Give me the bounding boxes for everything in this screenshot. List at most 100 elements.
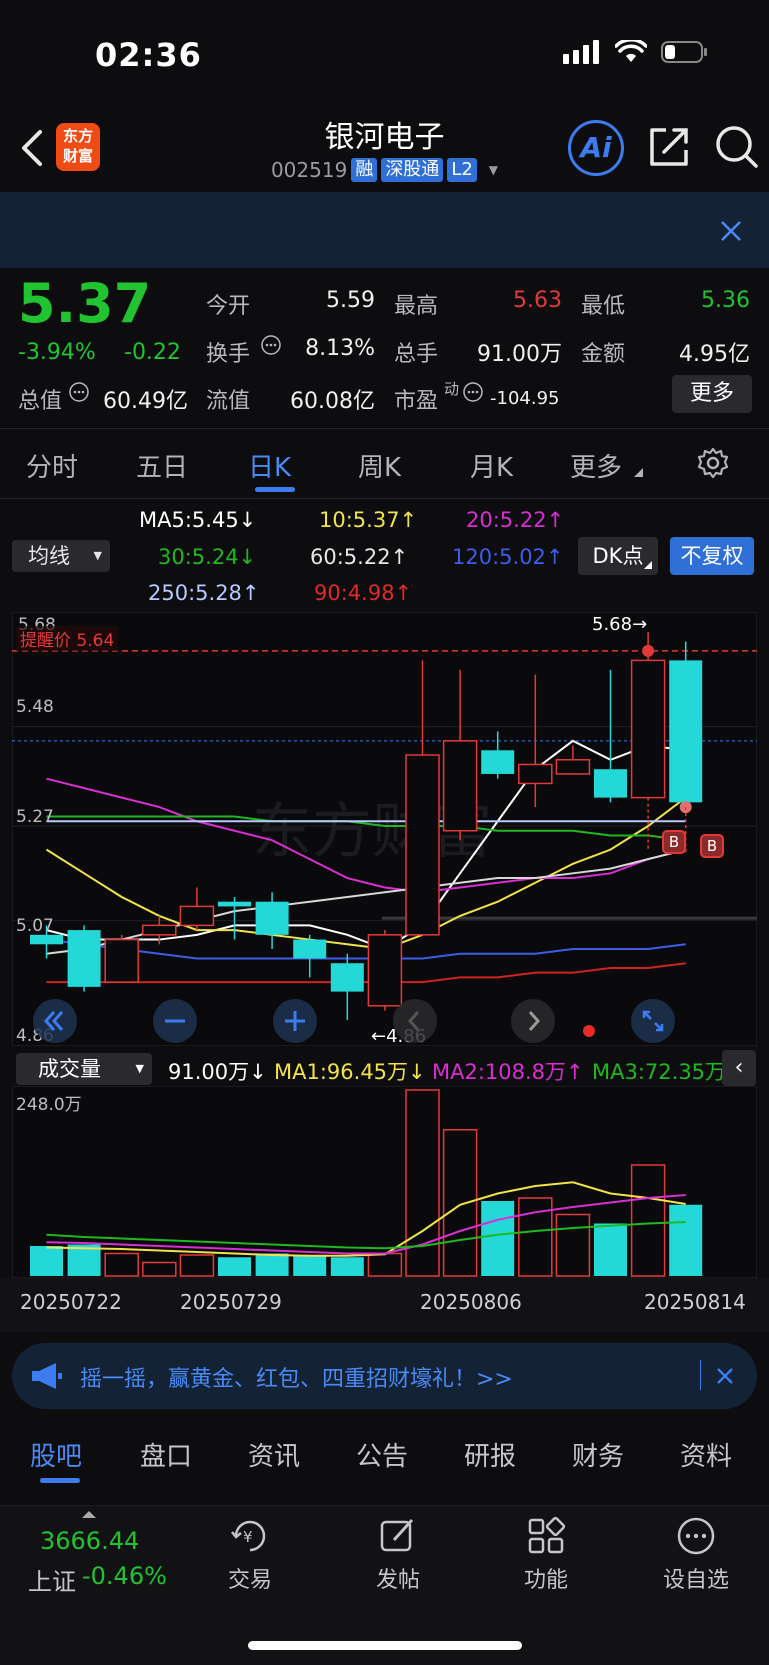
battery-icon (661, 41, 707, 63)
stock-code: 002519 (270, 158, 348, 182)
home-indicator[interactable] (248, 1641, 522, 1650)
candle-body (594, 769, 627, 798)
candle-body (142, 924, 177, 936)
kline-chart[interactable]: 东方财富 (12, 612, 757, 1046)
tab-five-day[interactable]: 五日 (136, 447, 188, 484)
candle-body (405, 754, 440, 936)
scroll-left-icon[interactable] (392, 998, 438, 1044)
change-amount: -0.22 (124, 340, 181, 365)
turnover-value: 8.13% (305, 336, 375, 361)
scroll-start-icon[interactable] (32, 998, 78, 1044)
nav-trade[interactable]: 交易 (210, 1562, 290, 1594)
zoom-out-icon[interactable] (152, 998, 198, 1044)
tab-more[interactable]: 更多 (570, 447, 622, 484)
dk-point-button[interactable]: DK点 (578, 537, 658, 575)
ma120-legend: 120:5.02↑ (452, 545, 564, 569)
settings-gear-icon[interactable] (696, 446, 730, 480)
trade-icon[interactable]: ¥ (228, 1516, 272, 1556)
candle-body (330, 963, 364, 992)
float-label: 流值 (206, 389, 251, 414)
candle-body (630, 659, 666, 799)
tab-research[interactable]: 研报 (464, 1436, 516, 1473)
info-dots-icon[interactable] (260, 334, 282, 356)
collapse-legend-button[interactable]: ‹ (722, 1050, 756, 1086)
y-label-3: 5.27 (16, 807, 54, 827)
nav-set-watchlist[interactable]: 设自选 (650, 1562, 742, 1594)
nav-functions[interactable]: 功能 (506, 1562, 586, 1594)
promo-divider (700, 1360, 701, 1390)
date-label: 20250806 (420, 1290, 522, 1314)
post-edit-icon[interactable] (378, 1516, 418, 1556)
info-dots-icon[interactable] (68, 381, 90, 403)
buy-marker[interactable]: B (700, 834, 724, 858)
more-quote-button[interactable]: 更多 (672, 375, 752, 413)
volume-ma1: MA1:96.45万↓ (274, 1060, 426, 1084)
search-icon[interactable] (714, 124, 758, 170)
tab-profile[interactable]: 资料 (680, 1436, 732, 1473)
status-icons (563, 40, 709, 64)
alert-price-label[interactable]: 提醒价 5.64 (16, 626, 119, 651)
nav-post[interactable]: 发帖 (358, 1562, 438, 1594)
tab-intraday[interactable]: 分时 (26, 447, 78, 484)
tab-news[interactable]: 资讯 (248, 1436, 300, 1473)
ai-button[interactable]: Ai (568, 120, 624, 176)
last-price: 5.37 (18, 272, 152, 335)
tab-daily-k[interactable]: 日K (248, 447, 291, 484)
alert-dot (642, 644, 655, 657)
volume-bar (330, 1257, 364, 1276)
volume-bar (142, 1261, 177, 1277)
fullscreen-icon[interactable] (630, 998, 676, 1044)
zoom-in-icon[interactable] (272, 998, 318, 1044)
amount-value: 4.95亿 (679, 342, 750, 367)
date-label: 20250722 (20, 1290, 122, 1314)
close-icon[interactable] (716, 1367, 734, 1385)
index-value[interactable]: 3666.44 (40, 1527, 139, 1555)
close-icon[interactable] (720, 220, 742, 242)
ma250-legend: 250:5.28↑ (148, 581, 260, 605)
tab-finance[interactable]: 财务 (572, 1436, 624, 1473)
divider (0, 498, 769, 499)
tab-guba[interactable]: 股吧 (30, 1436, 82, 1473)
mktcap-label: 总值 (18, 389, 63, 414)
red-dot-indicator (583, 1025, 595, 1037)
tab-announcements[interactable]: 公告 (356, 1436, 408, 1473)
volume-bar (367, 1252, 403, 1277)
share-icon[interactable] (648, 126, 690, 168)
volume-bar (179, 1254, 215, 1277)
volume-value: 91.00万 (477, 342, 562, 367)
index-name[interactable]: 上证 (28, 1562, 76, 1597)
candle-body (442, 740, 478, 832)
volume-bar (293, 1255, 327, 1276)
volume-indicator-select[interactable]: 成交量 ▼ (16, 1053, 152, 1085)
megaphone-icon (32, 1363, 62, 1389)
low-label: 最低 (581, 294, 626, 319)
buy-marker[interactable]: B (662, 830, 686, 854)
promo-text[interactable]: 摇一摇，赢黄金、红包、四重招财壕礼！>> (80, 1361, 513, 1393)
index-change[interactable]: -0.46% (82, 1562, 167, 1590)
volume-bar (442, 1129, 478, 1277)
ma5-legend: MA5:5.45↓ (139, 508, 257, 532)
tab-weekly-k[interactable]: 周K (358, 447, 401, 484)
volume-chart[interactable] (12, 1086, 757, 1278)
functions-grid-icon[interactable] (526, 1516, 566, 1556)
info-dots-icon[interactable] (462, 381, 484, 403)
scroll-right-icon[interactable] (510, 998, 556, 1044)
ma-type-select[interactable]: 均线 ▼ (12, 540, 110, 572)
volume-bar (481, 1201, 515, 1276)
no-adjust-button[interactable]: 不复权 (670, 537, 754, 575)
tab-monthly-k[interactable]: 月K (470, 447, 513, 484)
volume-max-label: 248.0万 (16, 1095, 82, 1115)
tab-pankou[interactable]: 盘口 (140, 1436, 192, 1473)
svg-text:¥: ¥ (243, 1528, 253, 1546)
pe-label: 市盈 (394, 389, 439, 414)
volume-bar (30, 1246, 63, 1276)
expand-up-icon[interactable] (82, 1511, 96, 1518)
low-value: 5.36 (701, 288, 750, 313)
notice-banner[interactable] (0, 192, 769, 268)
volume-bar (104, 1252, 139, 1277)
volume-ma2: MA2:108.8万↑ (432, 1060, 584, 1084)
more-dots-icon[interactable] (676, 1516, 716, 1556)
tag-l2: L2 (447, 158, 477, 182)
chevron-down-icon: ▼ (488, 163, 499, 177)
volume-ma3: MA3:72.35万↑ (592, 1060, 744, 1084)
